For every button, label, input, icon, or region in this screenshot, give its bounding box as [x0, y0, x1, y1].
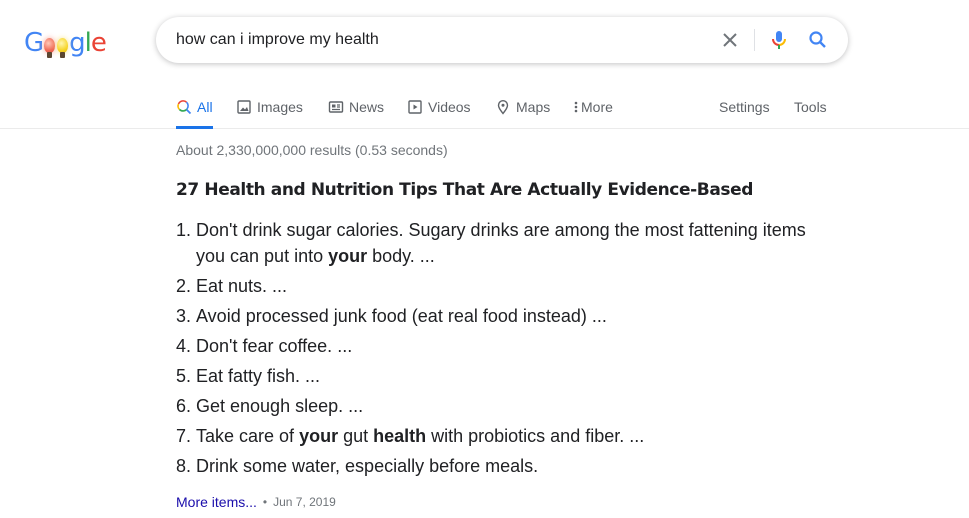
- highlighted-term: health: [373, 426, 427, 446]
- tab-videos-label: Videos: [428, 99, 471, 115]
- text-segment: Eat fatty fish. ...: [196, 366, 321, 386]
- tab-all[interactable]: All: [176, 86, 213, 129]
- list-item-number: 7.: [176, 426, 192, 446]
- close-icon: [723, 33, 737, 47]
- text-segment: Avoid processed junk food (eat real food…: [196, 306, 607, 326]
- list-item-text: Don't drink sugar calories. Sugary drink…: [196, 217, 816, 269]
- search-submit-button[interactable]: [806, 28, 830, 52]
- list-item-text: Drink some water, especially before meal…: [196, 453, 816, 479]
- map-pin-icon: [497, 100, 509, 115]
- separator-dot: •: [262, 495, 268, 509]
- settings-link[interactable]: Settings: [719, 86, 770, 128]
- featured-snippet-title[interactable]: 27 Health and Nutrition Tips That Are Ac…: [176, 180, 753, 200]
- list-item: 8. Drink some water, especially before me…: [176, 453, 816, 479]
- tab-images[interactable]: Images: [236, 86, 303, 128]
- list-item-text: Avoid processed junk food (eat real food…: [196, 303, 816, 329]
- microphone-icon: [772, 31, 786, 49]
- list-item: 4. Don't fear coffee. ...: [176, 333, 816, 359]
- list-item-text: Take care of your gut health with probio…: [196, 423, 816, 449]
- list-item: 6. Get enough sleep. ...: [176, 393, 816, 419]
- christmas-bulb-red-icon: [44, 38, 56, 58]
- video-play-icon: [408, 100, 422, 114]
- search-tabs: All Images News Videos Maps More Setting…: [0, 86, 969, 129]
- tab-more[interactable]: More: [572, 86, 613, 128]
- text-segment: Get enough sleep. ...: [196, 396, 364, 416]
- tab-videos[interactable]: Videos: [407, 86, 471, 128]
- text-segment: with probiotics and fiber. ...: [426, 426, 645, 446]
- featured-snippet-list: 1. Don't drink sugar calories. Sugary dri…: [176, 217, 816, 483]
- tab-more-label: More: [581, 99, 613, 115]
- tab-news-label: News: [349, 99, 385, 115]
- list-item-number: 6.: [176, 396, 192, 416]
- logo-letter-e: e: [90, 28, 107, 58]
- highlighted-term: your: [299, 426, 339, 446]
- list-item-number: 8.: [176, 456, 192, 476]
- search-icon: [177, 100, 192, 115]
- news-icon: [328, 101, 344, 113]
- text-segment: Don't fear coffee. ...: [196, 336, 353, 356]
- search-divider: [754, 29, 755, 51]
- list-item: 7. Take care of your gut health with prob…: [176, 423, 816, 449]
- google-logo[interactable]: G g l e: [24, 24, 107, 58]
- text-segment: body. ...: [367, 246, 435, 266]
- list-item: 1. Don't drink sugar calories. Sugary dri…: [176, 217, 816, 269]
- christmas-bulb-yellow-icon: [57, 38, 69, 58]
- text-segment: gut: [338, 426, 374, 446]
- tab-all-label: All: [197, 99, 213, 115]
- list-item: 5. Eat fatty fish. ...: [176, 363, 816, 389]
- snippet-date: Jun 7, 2019: [273, 495, 336, 509]
- clear-button[interactable]: [718, 28, 742, 52]
- search-input[interactable]: [176, 17, 716, 63]
- tab-maps[interactable]: Maps: [495, 86, 550, 128]
- logo-letter-g2: g: [69, 28, 85, 58]
- search-box: [156, 17, 848, 63]
- logo-letter-g: G: [24, 28, 44, 58]
- list-item-number: 4.: [176, 336, 192, 356]
- list-item-number: 2.: [176, 276, 192, 296]
- text-segment: Eat nuts. ...: [196, 276, 288, 296]
- list-item-text: Eat nuts. ...: [196, 273, 816, 299]
- list-item: 3. Avoid processed junk food (eat real fo…: [176, 303, 816, 329]
- search-icon: [809, 31, 826, 48]
- tools-link[interactable]: Tools: [794, 86, 827, 128]
- more-vert-icon: [574, 101, 578, 113]
- tab-news[interactable]: News: [328, 86, 384, 128]
- list-item-text: Don't fear coffee. ...: [196, 333, 816, 359]
- list-item-number: 3.: [176, 306, 192, 326]
- text-segment: Drink some water, especially before meal…: [196, 456, 539, 476]
- highlighted-term: your: [328, 246, 368, 266]
- list-item: 2. Eat nuts. ...: [176, 273, 816, 299]
- image-icon: [237, 100, 251, 114]
- voice-search-button[interactable]: [767, 28, 791, 52]
- result-stats: About 2,330,000,000 results (0.53 second…: [176, 142, 448, 158]
- list-item-number: 5.: [176, 366, 192, 386]
- text-segment: Don't drink sugar calories. Sugary drink…: [196, 220, 806, 266]
- snippet-footer: More items... • Jun 7, 2019: [176, 494, 336, 510]
- list-item-text: Get enough sleep. ...: [196, 393, 816, 419]
- text-segment: Take care of: [196, 426, 300, 446]
- list-item-text: Eat fatty fish. ...: [196, 363, 816, 389]
- list-item-number: 1.: [176, 220, 192, 240]
- more-items-link[interactable]: More items...: [176, 494, 257, 510]
- tab-images-label: Images: [257, 99, 303, 115]
- tab-maps-label: Maps: [516, 99, 551, 115]
